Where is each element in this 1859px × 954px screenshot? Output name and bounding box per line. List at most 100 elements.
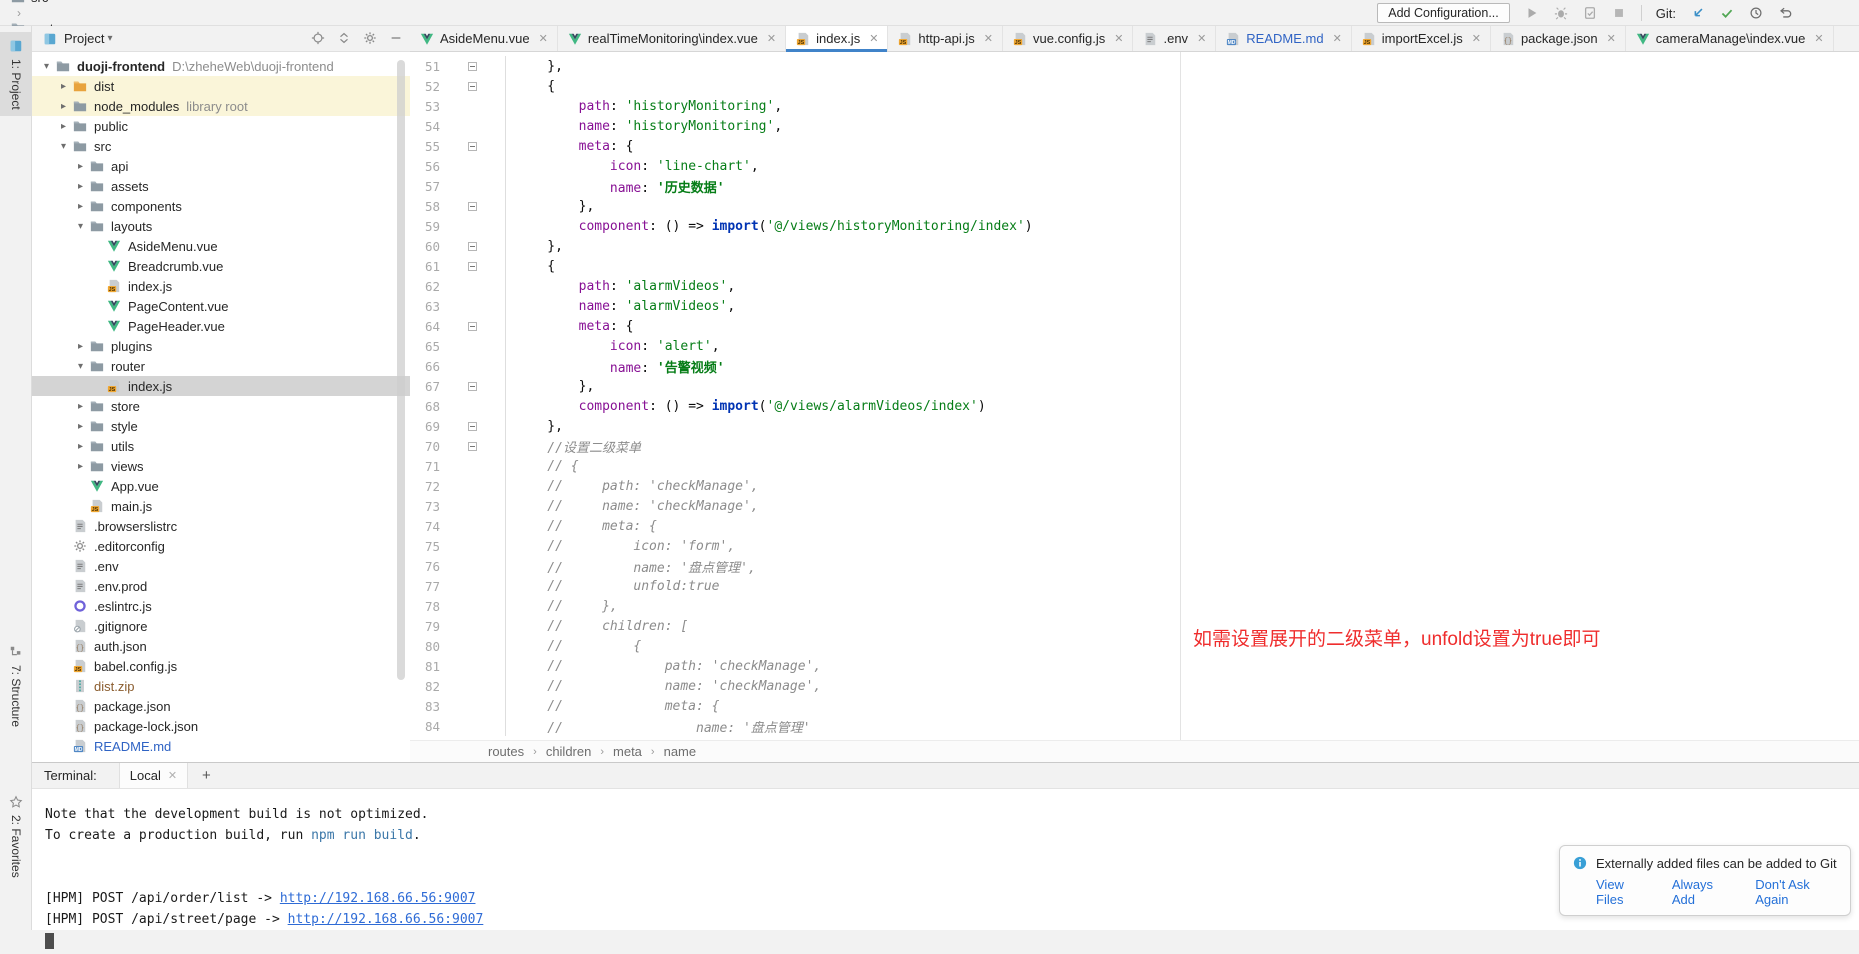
close-icon[interactable]: ✕ — [1197, 32, 1206, 45]
terminal-tab-local[interactable]: Local ✕ — [119, 763, 188, 788]
tree-row-index.js[interactable]: JSindex.js — [32, 276, 410, 296]
close-icon[interactable]: ✕ — [1472, 32, 1481, 45]
editor-tab-vue.config.js[interactable]: JSvue.config.js✕ — [1003, 26, 1133, 51]
tree-collapsed-icon[interactable]: ▸ — [55, 81, 72, 92]
breadcrumb-item[interactable]: src — [10, 0, 119, 5]
tree-row-.gitignore[interactable]: .gitignore — [32, 616, 410, 636]
tree-row-layouts[interactable]: ▾layouts — [32, 216, 410, 236]
tree-row-.env.prod[interactable]: .env.prod — [32, 576, 410, 596]
project-tree[interactable]: ▾duoji-frontendD:\zheheWeb\duoji-fronten… — [32, 52, 410, 762]
close-icon[interactable]: ✕ — [869, 32, 878, 45]
notification-action-view-files[interactable]: View Files — [1596, 877, 1650, 907]
tree-row-style[interactable]: ▸style — [32, 416, 410, 436]
tree-row-public[interactable]: ▸public — [32, 116, 410, 136]
tree-row-duoji-frontend[interactable]: ▾duoji-frontendD:\zheheWeb\duoji-fronten… — [32, 56, 410, 76]
notification-action-don-t-ask-again[interactable]: Don't Ask Again — [1755, 877, 1838, 907]
tree-collapsed-icon[interactable]: ▸ — [72, 441, 89, 452]
close-icon[interactable]: ✕ — [539, 32, 548, 45]
editor-breadcrumb-item[interactable]: meta — [613, 744, 642, 759]
fold-marker-icon[interactable] — [468, 262, 477, 271]
tree-row-main.js[interactable]: JSmain.js — [32, 496, 410, 516]
new-terminal-button[interactable]: + — [202, 767, 211, 784]
editor-tab-realTimeMonitoringindex.vue[interactable]: realTimeMonitoring\index.vue✕ — [558, 26, 786, 51]
close-icon[interactable]: ✕ — [984, 32, 993, 45]
tree-row-utils[interactable]: ▸utils — [32, 436, 410, 456]
tree-row-App.vue[interactable]: App.vue — [32, 476, 410, 496]
stop-icon[interactable] — [1611, 5, 1627, 21]
tree-row-dist[interactable]: ▸dist — [32, 76, 410, 96]
chevron-down-icon[interactable]: ▾ — [107, 33, 112, 44]
tree-row-router[interactable]: ▾router — [32, 356, 410, 376]
tree-row-dist.zip[interactable]: dist.zip — [32, 676, 410, 696]
tree-row-babel.config.js[interactable]: JSbabel.config.js — [32, 656, 410, 676]
toolwindow-tab-favorites[interactable]: 2: Favorites — [0, 794, 32, 878]
close-icon[interactable]: ✕ — [1814, 32, 1823, 45]
tree-row-.eslintrc.js[interactable]: .eslintrc.js — [32, 596, 410, 616]
tree-row-index.js[interactable]: JSindex.js — [32, 376, 410, 396]
rollback-icon[interactable] — [1777, 5, 1793, 21]
tree-expanded-icon[interactable]: ▾ — [38, 61, 55, 72]
fold-marker-icon[interactable] — [468, 202, 477, 211]
tree-collapsed-icon[interactable]: ▸ — [55, 121, 72, 132]
tree-collapsed-icon[interactable]: ▸ — [72, 161, 89, 172]
tree-row-PageContent.vue[interactable]: PageContent.vue — [32, 296, 410, 316]
tree-row-components[interactable]: ▸components — [32, 196, 410, 216]
tree-collapsed-icon[interactable]: ▸ — [72, 461, 89, 472]
tree-row-package.json[interactable]: {}package.json — [32, 696, 410, 716]
add-configuration-button[interactable]: Add Configuration... — [1377, 3, 1510, 23]
editor-breadcrumb-item[interactable]: routes — [488, 744, 524, 759]
project-tree-scrollbar[interactable] — [397, 60, 405, 680]
editor-tab-index.js[interactable]: JSindex.js✕ — [786, 26, 888, 51]
tree-row-store[interactable]: ▸store — [32, 396, 410, 416]
fold-marker-icon[interactable] — [468, 62, 477, 71]
tree-row-.env[interactable]: .env — [32, 556, 410, 576]
tree-row-nodemodules[interactable]: ▸node_moduleslibrary root — [32, 96, 410, 116]
fold-marker-icon[interactable] — [468, 82, 477, 91]
fold-marker-icon[interactable] — [468, 242, 477, 251]
editor-tab-http-api.js[interactable]: JShttp-api.js✕ — [888, 26, 1003, 51]
gear-icon[interactable] — [362, 30, 378, 46]
tree-row-package-lock.json[interactable]: {}package-lock.json — [32, 716, 410, 736]
tree-row-plugins[interactable]: ▸plugins — [32, 336, 410, 356]
tree-collapsed-icon[interactable]: ▸ — [72, 341, 89, 352]
minus-icon[interactable] — [388, 30, 404, 46]
tree-expanded-icon[interactable]: ▾ — [72, 361, 89, 372]
run-icon[interactable] — [1524, 5, 1540, 21]
editor-tab-.env[interactable]: .env✕ — [1133, 26, 1216, 51]
git-update-icon[interactable] — [1690, 5, 1706, 21]
fold-marker-icon[interactable] — [468, 142, 477, 151]
close-icon[interactable]: ✕ — [1333, 32, 1342, 45]
tree-row-README.md[interactable]: MDREADME.md — [32, 736, 410, 756]
fold-marker-icon[interactable] — [468, 422, 477, 431]
target-icon[interactable] — [310, 30, 326, 46]
tree-collapsed-icon[interactable]: ▸ — [72, 201, 89, 212]
close-icon[interactable]: ✕ — [767, 32, 776, 45]
tree-expanded-icon[interactable]: ▾ — [55, 141, 72, 152]
editor-breadcrumb-item[interactable]: children — [546, 744, 592, 759]
git-commit-icon[interactable] — [1719, 5, 1735, 21]
terminal-link[interactable]: http://192.168.66.56:9007 — [288, 912, 484, 927]
tree-row-views[interactable]: ▸views — [32, 456, 410, 476]
tree-collapsed-icon[interactable]: ▸ — [55, 101, 72, 112]
project-panel-title[interactable]: Project — [64, 31, 104, 46]
toolwindow-tab-project[interactable]: 1: Project — [0, 32, 32, 116]
debug-icon[interactable] — [1553, 5, 1569, 21]
tree-row-auth.json[interactable]: {}auth.json — [32, 636, 410, 656]
tree-row-assets[interactable]: ▸assets — [32, 176, 410, 196]
tree-row-PageHeader.vue[interactable]: PageHeader.vue — [32, 316, 410, 336]
tree-row-.editorconfig[interactable]: .editorconfig — [32, 536, 410, 556]
tree-row-.browserslistrc[interactable]: .browserslistrc — [32, 516, 410, 536]
toolwindow-tab-structure[interactable]: 7: Structure — [0, 644, 32, 727]
tree-row-src[interactable]: ▾src — [32, 136, 410, 156]
fold-marker-icon[interactable] — [468, 322, 477, 331]
tree-collapsed-icon[interactable]: ▸ — [72, 401, 89, 412]
tree-row-api[interactable]: ▸api — [32, 156, 410, 176]
coverage-icon[interactable] — [1582, 5, 1598, 21]
fold-marker-icon[interactable] — [468, 382, 477, 391]
editor-tab-cameraManageindex.vue[interactable]: cameraManage\index.vue✕ — [1626, 26, 1834, 51]
tree-row-AsideMenu.vue[interactable]: AsideMenu.vue — [32, 236, 410, 256]
close-icon[interactable]: ✕ — [168, 769, 177, 782]
tree-collapsed-icon[interactable]: ▸ — [72, 421, 89, 432]
notification-action-always-add[interactable]: Always Add — [1672, 877, 1733, 907]
tree-collapsed-icon[interactable]: ▸ — [72, 181, 89, 192]
